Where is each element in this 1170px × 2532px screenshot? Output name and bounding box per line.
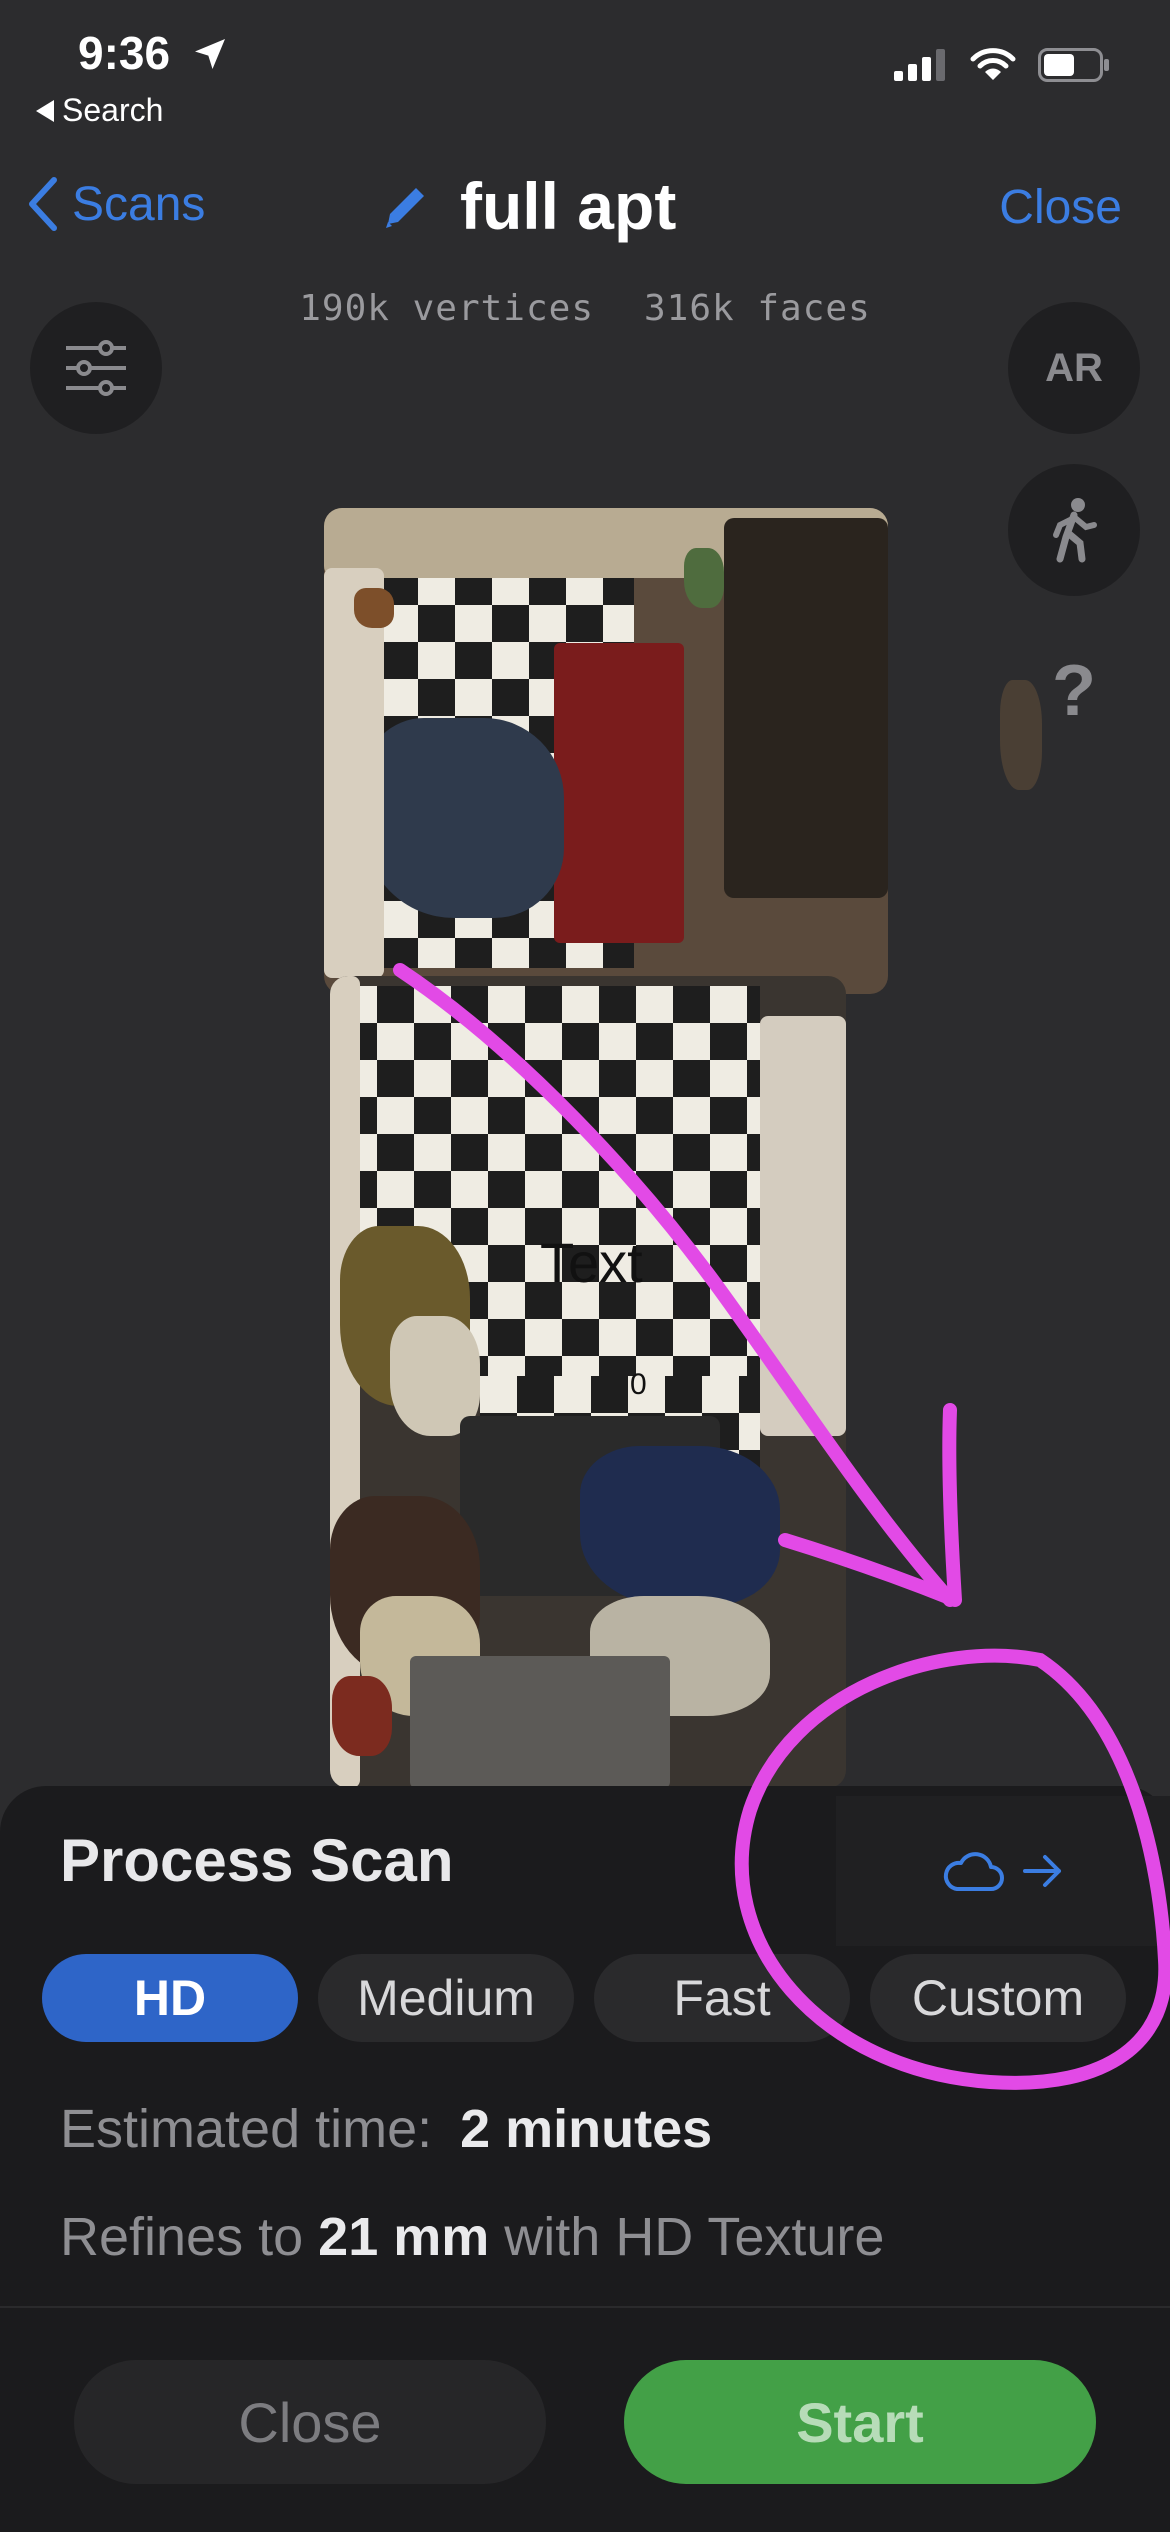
segment-medium[interactable]: Medium [318, 1954, 574, 2042]
refine-prefix: Refines to [60, 2207, 304, 2267]
scan-text-label: Text [540, 1231, 643, 1294]
segment-custom[interactable]: Custom [870, 1954, 1126, 2042]
estimated-time-row: Estimated time: 2 minutes [60, 2098, 712, 2160]
scan-room-upper [324, 508, 888, 994]
refine-value: 21 mm [318, 2207, 490, 2267]
refine-row: Refines to 21 mm with HD Texture [60, 2206, 884, 2268]
refine-suffix: with HD Texture [504, 2207, 885, 2267]
cloud-icon [943, 1852, 1004, 1891]
sheet-title: Process Scan [60, 1827, 454, 1894]
estimated-time-label: Estimated time: [60, 2099, 433, 2159]
process-scan-sheet: Process Scan HD Medium Fast Custom Estim… [0, 1786, 1170, 2532]
segment-fast[interactable]: Fast [594, 1954, 850, 2042]
start-button[interactable]: Start [624, 2360, 1096, 2484]
cloud-process-button[interactable] [836, 1796, 1170, 1946]
quality-segmented-control: HD Medium Fast Custom [42, 1954, 1126, 2042]
sheet-divider [0, 2306, 1170, 2308]
arrow-right-icon [1023, 1855, 1061, 1887]
screen: 9:36 Search Scans full apt Close 190k ve… [0, 0, 1170, 2532]
sheet-close-button[interactable]: Close [74, 2360, 546, 2484]
scan-zero-label: 0 [630, 1368, 647, 1401]
segment-hd[interactable]: HD [42, 1954, 298, 2042]
estimated-time-value: 2 minutes [460, 2099, 713, 2159]
scan-model-view[interactable]: Text 0 [0, 0, 1170, 1790]
scan-room-lower [330, 976, 846, 1788]
scan-fragment [1000, 680, 1042, 790]
